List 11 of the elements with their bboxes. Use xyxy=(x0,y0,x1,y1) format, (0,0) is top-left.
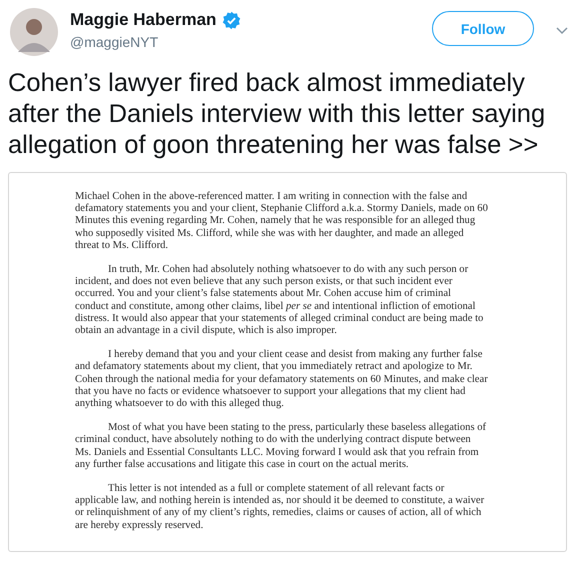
avatar[interactable] xyxy=(10,8,58,56)
author-name[interactable]: Maggie Haberman xyxy=(70,10,216,30)
follow-button[interactable]: Follow xyxy=(432,11,534,46)
chevron-down-icon[interactable] xyxy=(556,27,568,35)
letter-paragraph: This letter is not intended as a full or complete statement of all relevant facts or applicable law, and nothing herein is intended as, nor should it be deemed to constitute, a waiver or relinquishment of any of my client’s rights, remedies, claims or causes of action, all of which are hereby expressly reserved. xyxy=(75,483,486,532)
tweet-text: Cohen’s lawyer fired back almost immediately after the Daniels interview with this letter saying allegation of goon threatening her was false >> xyxy=(8,68,546,161)
letter-paragraph: In truth, Mr. Cohen had absolutely nothing whatsoever to do with any such person or incident, and does not even believe that any such person exists, or that such incident ever occurred. You and your client’s false statements about Mr. Cohen accuse him of criminal conduct and constitute, among other claims, libel per se and intentional infliction of emotional distress. It would also appear that your statements of alleged criminal conduct are being made to obtain an advantage in a civil dispute, which is also improper. xyxy=(75,264,484,338)
letter-paragraph: Most of what you have been stating to the press, particularly these baseless allegations of criminal conduct, have absolutely nothing to do with the underlying contract dispute between Ms. Daniels and Essential Consultants LLC. Moving forward I would ask that you refrain from any further false accusations and litigate this case in court on the actual merits. xyxy=(75,422,488,472)
author-handle[interactable]: @maggieNYT xyxy=(70,34,242,50)
letter-paragraph: I hereby demand that you and your client cease and desist from making any further false and defamatory statements about my client, that you immediately retract and apologize to Mr. Cohen through the national media for your defamatory statements on 60 Minutes, and make clear that you have no facts or evidence whatsoever to support your allegations that my client had anything whatsoever to do with this alleged thug. xyxy=(75,349,489,410)
letter-paragraph: Michael Cohen in the above-referenced matter. I am writing in connection with the false and defamatory statements you and your client, Stephanie Clifford a.k.a. Stormy Daniels, made on 60 Minutes this evening regarding Mr. Cohen, namely that he was responsible for an alleged thug who supposedly visited Ms. Clifford, while she was with her daughter, and made an alleged threat to Ms. Clifford. xyxy=(75,191,489,252)
